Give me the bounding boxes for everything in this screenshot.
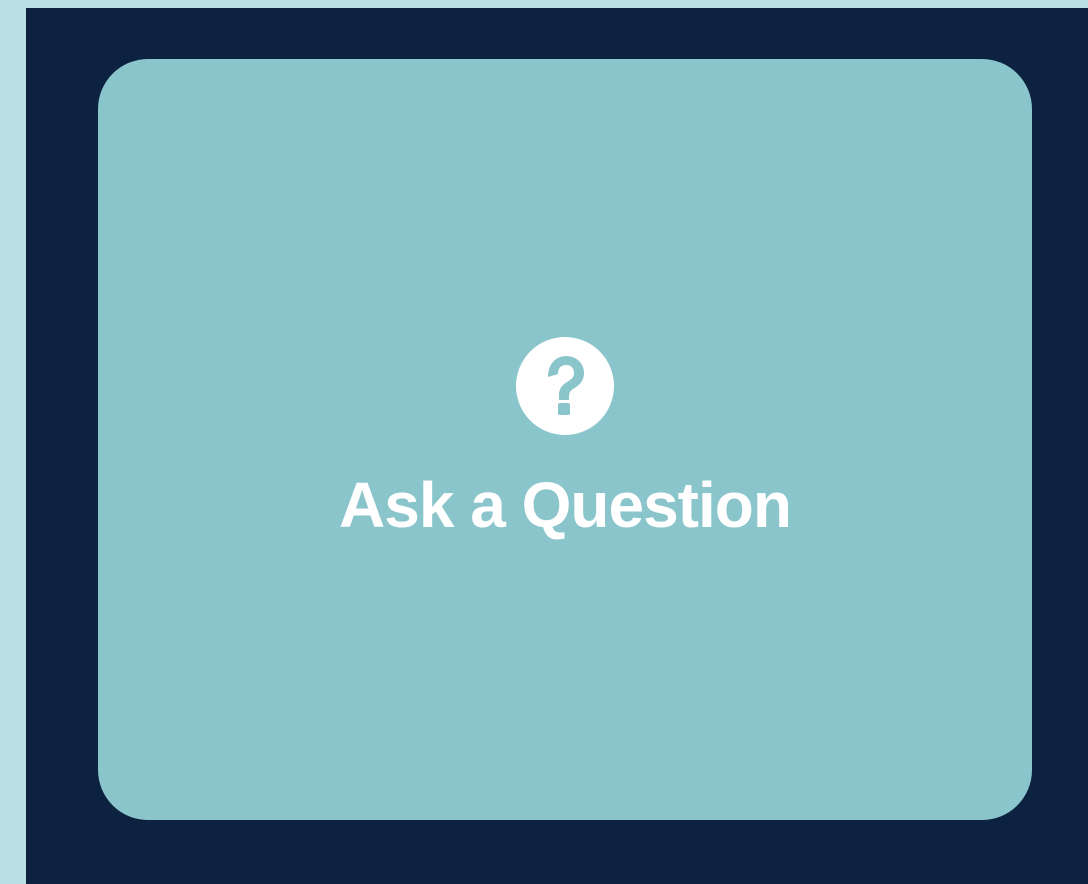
card-label: Ask a Question xyxy=(339,469,792,541)
question-circle-icon xyxy=(516,337,614,435)
card-content: Ask a Question xyxy=(98,337,1032,537)
dark-frame: Ask a Question xyxy=(26,8,1088,884)
ask-question-card[interactable]: Ask a Question xyxy=(98,59,1032,820)
